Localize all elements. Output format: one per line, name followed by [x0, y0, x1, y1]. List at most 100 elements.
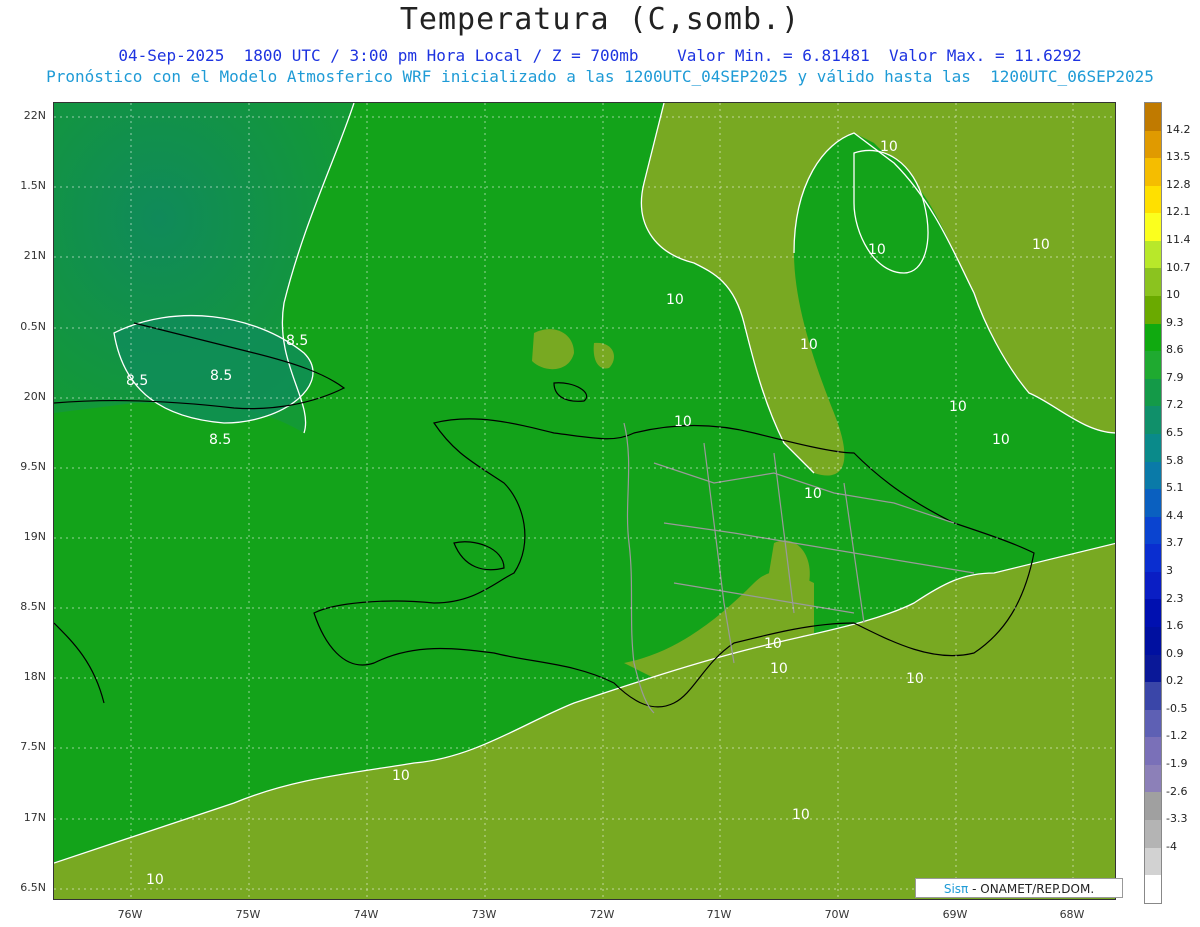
contour-label: 10: [949, 399, 967, 415]
contour-label: 10: [770, 661, 788, 677]
colorbar-swatch: [1145, 130, 1161, 159]
colorbar-swatch: [1145, 654, 1161, 683]
colorbar-label: 1.6: [1166, 619, 1184, 633]
colorbar-label: 11.4: [1166, 232, 1191, 246]
map-title: Temperatura (C,somb.): [399, 2, 801, 37]
lat-tick: 8.5N: [20, 600, 46, 613]
lat-tick: 6.5N: [20, 881, 46, 894]
contour-label: 10: [764, 636, 782, 652]
colorbar-label: -0.5: [1166, 701, 1188, 715]
colorbar-swatch: [1145, 158, 1161, 186]
colorbar-label: 12.1: [1166, 205, 1191, 219]
colorbar-label: 8.6: [1166, 343, 1184, 357]
contour-label: 8.5: [126, 373, 148, 389]
colorbar-label: 14.2: [1166, 122, 1191, 136]
colorbar-swatch: [1145, 433, 1161, 462]
colorbar-swatch: [1145, 461, 1161, 490]
colorbar-swatch: [1145, 213, 1161, 241]
lat-tick: 0.5N: [20, 320, 46, 333]
colorbar-swatch: [1145, 571, 1161, 600]
colorbar-swatch: [1145, 792, 1161, 821]
lat-tick: 17N: [23, 811, 46, 824]
colorbar: [1144, 102, 1162, 904]
credit-box: Sisπ - ONAMET/REP.DOM.: [915, 878, 1123, 898]
colorbar-label: 5.1: [1166, 481, 1184, 495]
colorbar-label: 4.4: [1166, 508, 1184, 522]
colorbar-label: 3: [1166, 563, 1173, 577]
credit-sis: Sisπ: [943, 882, 969, 896]
contour-label: 10: [992, 432, 1010, 448]
temperature-map[interactable]: 8.5 8.5 8.5 8.5 10 10 10 10 10 10 10 10 …: [53, 102, 1116, 900]
contour-label: 10: [880, 139, 898, 155]
contour-label: 10: [666, 292, 684, 308]
colorbar-swatch: [1145, 599, 1161, 627]
contour-label: 10: [792, 807, 810, 823]
colorbar-swatch: [1145, 682, 1161, 710]
lat-tick: 19N: [23, 530, 46, 543]
contour-label: 8.5: [210, 368, 232, 384]
colorbar-label: 10: [1166, 288, 1180, 302]
lat-tick: 21N: [23, 249, 46, 262]
lat-tick: 22N: [23, 109, 46, 122]
colorbar-label: 7.2: [1166, 398, 1184, 412]
colorbar-label: -1.9: [1166, 757, 1188, 771]
lat-tick: 20N: [23, 390, 46, 403]
contour-label: 8.5: [209, 432, 231, 448]
colorbar-swatch: [1145, 709, 1161, 738]
contour-label: 10: [674, 414, 692, 430]
map-canvas: 8.5 8.5 8.5 8.5 10 10 10 10 10 10 10 10 …: [54, 103, 1115, 899]
colorbar-swatch: [1145, 875, 1161, 903]
credit-org: - ONAMET/REP.DOM.: [972, 882, 1095, 896]
colorbar-swatch: [1145, 185, 1161, 214]
colorbar-swatch: [1145, 516, 1161, 545]
colorbar-label: 5.8: [1166, 453, 1184, 467]
colorbar-swatch: [1145, 323, 1161, 352]
colorbar-swatch: [1145, 626, 1161, 655]
colorbar-label: 0.9: [1166, 646, 1184, 660]
colorbar-swatch: [1145, 820, 1161, 848]
colorbar-label: 6.5: [1166, 426, 1184, 440]
colorbar-label: -4: [1166, 839, 1177, 853]
lon-tick: 75W: [235, 908, 261, 921]
contour-label: 10: [392, 768, 410, 784]
colorbar-swatch: [1145, 764, 1161, 793]
colorbar-swatch: [1145, 847, 1161, 876]
colorbar-label: 13.5: [1166, 150, 1191, 164]
contour-label: 10: [800, 337, 818, 353]
colorbar-swatch: [1145, 351, 1161, 379]
colorbar-label: -2.6: [1166, 784, 1188, 798]
lon-tick: 73W: [471, 908, 497, 921]
lat-tick: 7.5N: [20, 740, 46, 753]
contour-label: 10: [1032, 237, 1050, 253]
lon-tick: 76W: [117, 908, 143, 921]
lon-tick: 69W: [942, 908, 968, 921]
colorbar-label: 0.2: [1166, 674, 1184, 688]
colorbar-label: 2.3: [1166, 591, 1184, 605]
colorbar-label: -1.2: [1166, 729, 1188, 743]
run-info-line: 04-Sep-2025 1800 UTC / 3:00 pm Hora Loca…: [118, 46, 1082, 65]
lon-tick: 68W: [1059, 908, 1085, 921]
contour-label: 10: [804, 486, 822, 502]
colorbar-label: 7.9: [1166, 370, 1184, 384]
colorbar-swatch: [1145, 406, 1161, 434]
colorbar-swatch: [1145, 378, 1161, 407]
colorbar-label: 12.8: [1166, 177, 1191, 191]
colorbar-label: -3.3: [1166, 812, 1188, 826]
colorbar-swatch: [1145, 268, 1161, 297]
lon-tick: 70W: [824, 908, 850, 921]
lon-tick: 72W: [589, 908, 615, 921]
lat-tick: 18N: [23, 670, 46, 683]
contour-label: 10: [868, 242, 886, 258]
colorbar-swatch: [1145, 240, 1161, 269]
colorbar-swatch: [1145, 737, 1161, 765]
contour-label: 10: [146, 872, 164, 888]
lon-tick: 74W: [353, 908, 379, 921]
contour-label: 10: [906, 671, 924, 687]
colorbar-swatch: [1145, 296, 1161, 324]
colorbar-swatch: [1145, 544, 1161, 572]
colorbar-label: 9.3: [1166, 315, 1184, 329]
contour-label: 8.5: [286, 333, 308, 349]
lat-tick: 9.5N: [20, 460, 46, 473]
colorbar-label: 3.7: [1166, 536, 1184, 550]
lon-tick: 71W: [706, 908, 732, 921]
